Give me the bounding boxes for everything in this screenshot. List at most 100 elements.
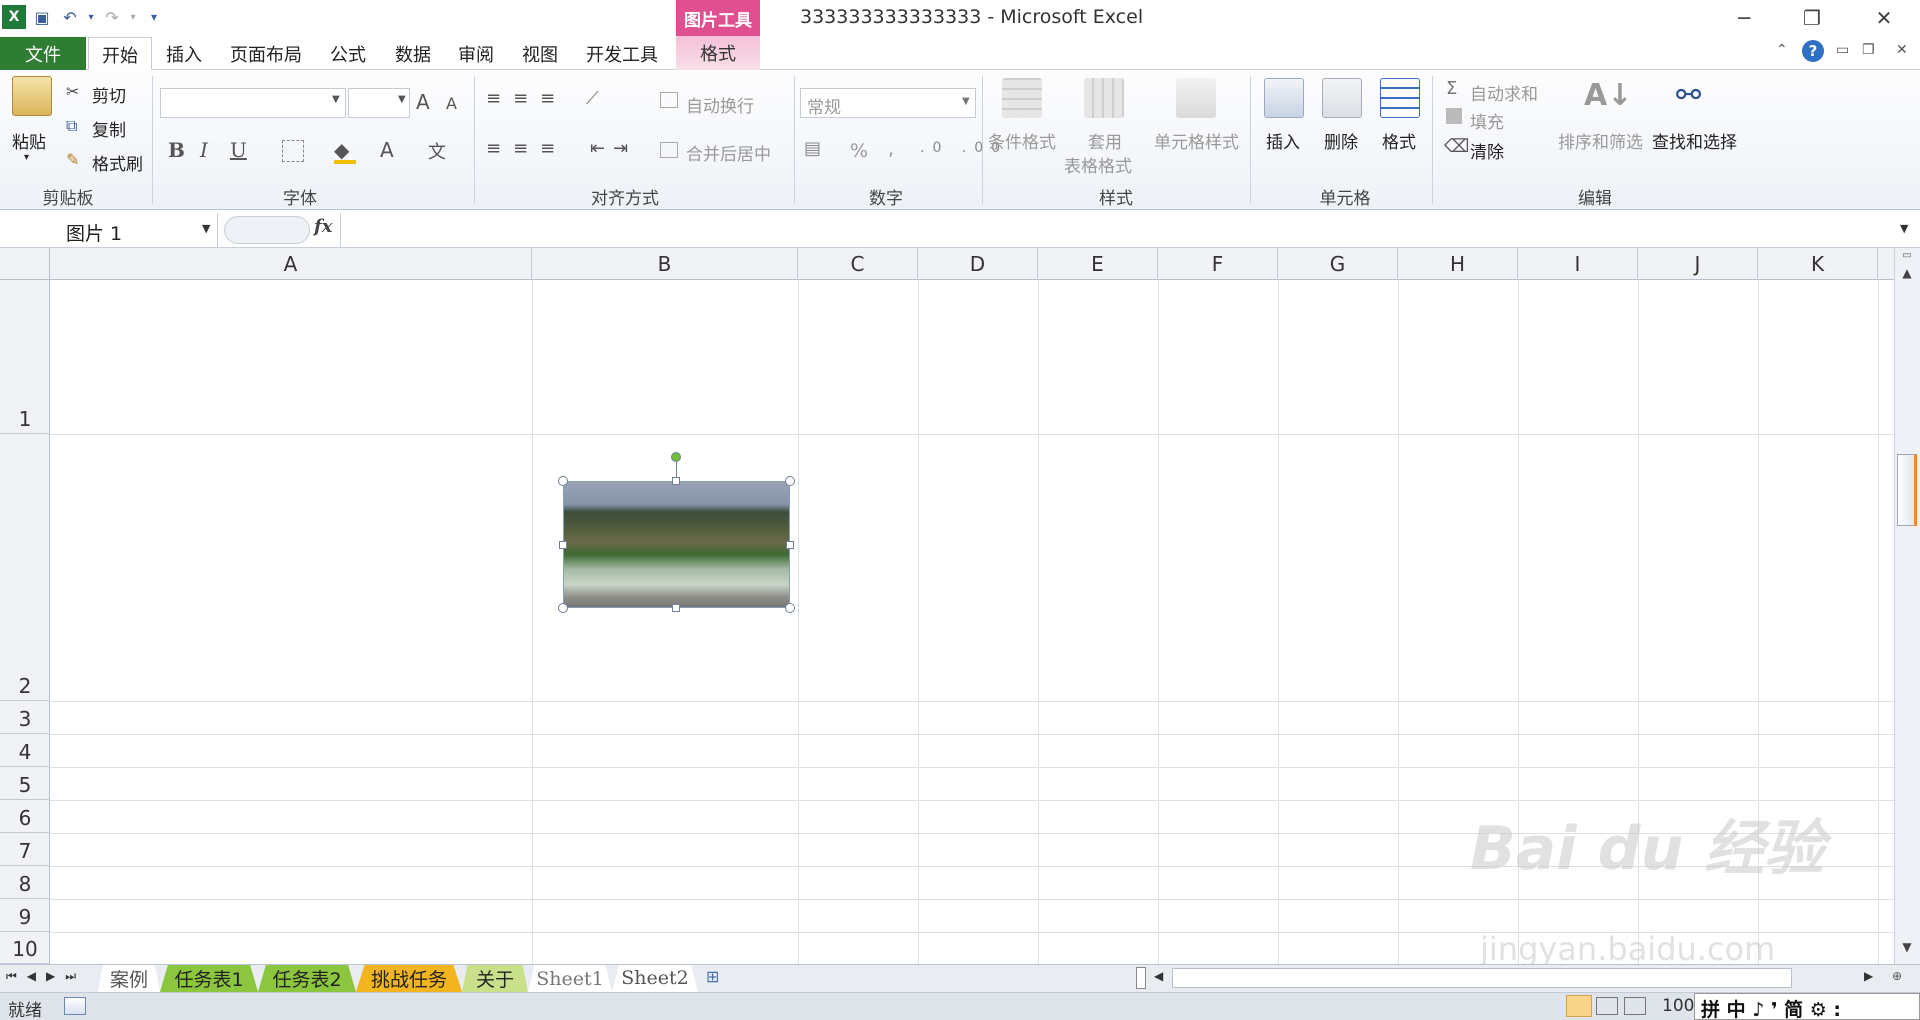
tab-file[interactable]: 文件 [0, 37, 86, 70]
scroll-thumb[interactable] [1897, 454, 1917, 526]
bold-button[interactable]: B [168, 138, 185, 162]
resize-handle[interactable] [785, 476, 795, 486]
indent-icons[interactable]: ⇤⇥ [590, 138, 636, 159]
merge-center-button[interactable]: 合并后居中 [686, 140, 771, 165]
sheet-tab-active[interactable]: Sheet2 [612, 965, 698, 992]
tab-review[interactable]: 审阅 [448, 37, 504, 70]
vertical-scrollbar[interactable] [1894, 248, 1920, 964]
column-header[interactable]: J [1638, 248, 1758, 280]
tab-split-handle[interactable] [1136, 967, 1146, 989]
chevron-down-icon[interactable]: ▾ [86, 5, 96, 29]
split-box-icon[interactable]: ⊕ [1892, 969, 1902, 983]
insert-cells-button[interactable]: 插入 [1266, 128, 1300, 153]
column-header[interactable]: H [1398, 248, 1518, 280]
insert-function-button[interactable]: fx [314, 216, 332, 237]
expand-formula-icon[interactable]: ▼ [1900, 222, 1908, 235]
conditional-format-button[interactable]: 条件格式 [988, 128, 1056, 153]
scroll-down-icon[interactable]: ▼ [1896, 940, 1918, 954]
row-header[interactable]: 5 [0, 767, 50, 800]
tab-insert[interactable]: 插入 [156, 37, 212, 70]
row-header[interactable]: 9 [0, 899, 50, 932]
resize-handle[interactable] [558, 603, 568, 613]
close-button[interactable]: ✕ [1856, 2, 1912, 34]
sheet-tab[interactable]: 挑战任务 [356, 965, 462, 992]
shrink-font-button[interactable]: A [446, 94, 457, 113]
grow-font-button[interactable]: A [416, 90, 430, 114]
cell-styles-button[interactable]: 单元格样式 [1154, 128, 1239, 153]
copy-button[interactable]: 复制 [92, 116, 126, 141]
row-header[interactable]: 6 [0, 800, 50, 833]
wrap-text-button[interactable]: 自动换行 [686, 92, 754, 117]
autosum-button[interactable]: 自动求和 [1470, 80, 1538, 105]
undo-icon[interactable]: ↶ [58, 5, 82, 29]
find-select-button[interactable]: 查找和选择 [1652, 128, 1737, 153]
tab-data[interactable]: 数据 [384, 37, 442, 70]
ime-toolbar[interactable]: 拼 中 ♪ ❜ 简 ⚙ : [1694, 993, 1920, 1020]
comma-button[interactable]: , [888, 138, 894, 160]
table-format-button-line2[interactable]: 表格格式 [1064, 152, 1132, 177]
table-format-button-line1[interactable]: 套用 [1088, 128, 1122, 153]
format-cells-button[interactable]: 格式 [1382, 128, 1416, 153]
scroll-right-icon[interactable]: ▶ [1864, 969, 1873, 983]
cut-button[interactable]: 剪切 [92, 82, 126, 107]
row-header[interactable]: 4 [0, 734, 50, 767]
horizontal-scroll-thumb[interactable] [1172, 968, 1792, 988]
resize-handle[interactable] [559, 541, 567, 549]
resize-handle[interactable] [672, 604, 680, 612]
row-header[interactable]: 10 [0, 932, 50, 964]
font-color-icon[interactable]: A [380, 138, 394, 162]
tab-developer[interactable]: 开发工具 [576, 37, 668, 70]
scroll-up-icon[interactable]: ▲ [1896, 266, 1918, 280]
percent-button[interactable]: % [850, 140, 868, 162]
chevron-down-icon[interactable]: ▼ [202, 222, 210, 235]
minimize-ribbon-icon[interactable]: ⌃ [1776, 42, 1788, 58]
restore-button[interactable]: ❐ [1784, 2, 1840, 34]
number-format-select[interactable]: 常规 [800, 88, 976, 118]
column-header[interactable]: B [532, 248, 798, 280]
chevron-down-icon[interactable]: ▾ [24, 152, 29, 163]
sheet-nav-icons[interactable]: ⏮◀▶⏭ [6, 969, 86, 984]
row-header[interactable]: 7 [0, 833, 50, 866]
column-header[interactable]: A [50, 248, 532, 280]
column-header[interactable]: G [1278, 248, 1398, 280]
column-header[interactable]: I [1518, 248, 1638, 280]
font-name-select[interactable] [160, 88, 346, 118]
phonetic-icon[interactable]: 文 [428, 138, 446, 164]
fill-color-icon[interactable]: ◆ [334, 138, 349, 162]
sort-filter-button[interactable]: 排序和筛选 [1558, 128, 1643, 153]
column-header[interactable]: K [1758, 248, 1878, 280]
row-header[interactable]: 3 [0, 701, 50, 734]
row-header[interactable]: 8 [0, 866, 50, 899]
currency-icon[interactable]: ▤ [804, 138, 821, 159]
fill-button[interactable]: 填充 [1470, 108, 1504, 133]
normal-view-button[interactable] [1566, 995, 1592, 1017]
vertical-align-icons[interactable]: ≡≡≡ [486, 88, 567, 109]
column-header[interactable]: D [918, 248, 1038, 280]
row-header[interactable]: 1 [0, 280, 50, 434]
column-header[interactable]: C [798, 248, 918, 280]
clear-button[interactable]: 清除 [1470, 138, 1504, 163]
underline-button[interactable]: U [230, 138, 247, 162]
sheet-tab[interactable]: Sheet1 [528, 965, 612, 992]
orientation-icon[interactable]: ⟋ [586, 88, 599, 109]
name-box[interactable]: 图片 1 [0, 213, 218, 247]
sheet-tab[interactable]: 关于 [462, 965, 528, 992]
selected-picture[interactable] [563, 481, 790, 608]
chevron-down-icon[interactable]: ▾ [128, 5, 138, 29]
tab-home[interactable]: 开始 [88, 37, 152, 71]
formula-input[interactable] [340, 213, 1894, 247]
format-painter-button[interactable]: 格式刷 [92, 150, 143, 175]
paste-icon[interactable] [12, 76, 52, 116]
resize-handle[interactable] [558, 476, 568, 486]
border-icon[interactable] [282, 140, 304, 162]
column-header[interactable]: E [1038, 248, 1158, 280]
doc-restore-icon[interactable]: ❐ [1862, 42, 1875, 58]
customize-qat-icon[interactable]: ▾ [142, 5, 166, 29]
delete-cells-button[interactable]: 删除 [1324, 128, 1358, 153]
zoom-level[interactable]: 100 [1662, 996, 1694, 1016]
row-header[interactable]: 2 [0, 434, 50, 701]
tab-view[interactable]: 视图 [512, 37, 568, 70]
tab-picture-format[interactable]: 格式 [676, 36, 760, 70]
select-all-corner[interactable] [0, 248, 50, 280]
doc-minimize-icon[interactable]: ▭ [1836, 42, 1849, 58]
